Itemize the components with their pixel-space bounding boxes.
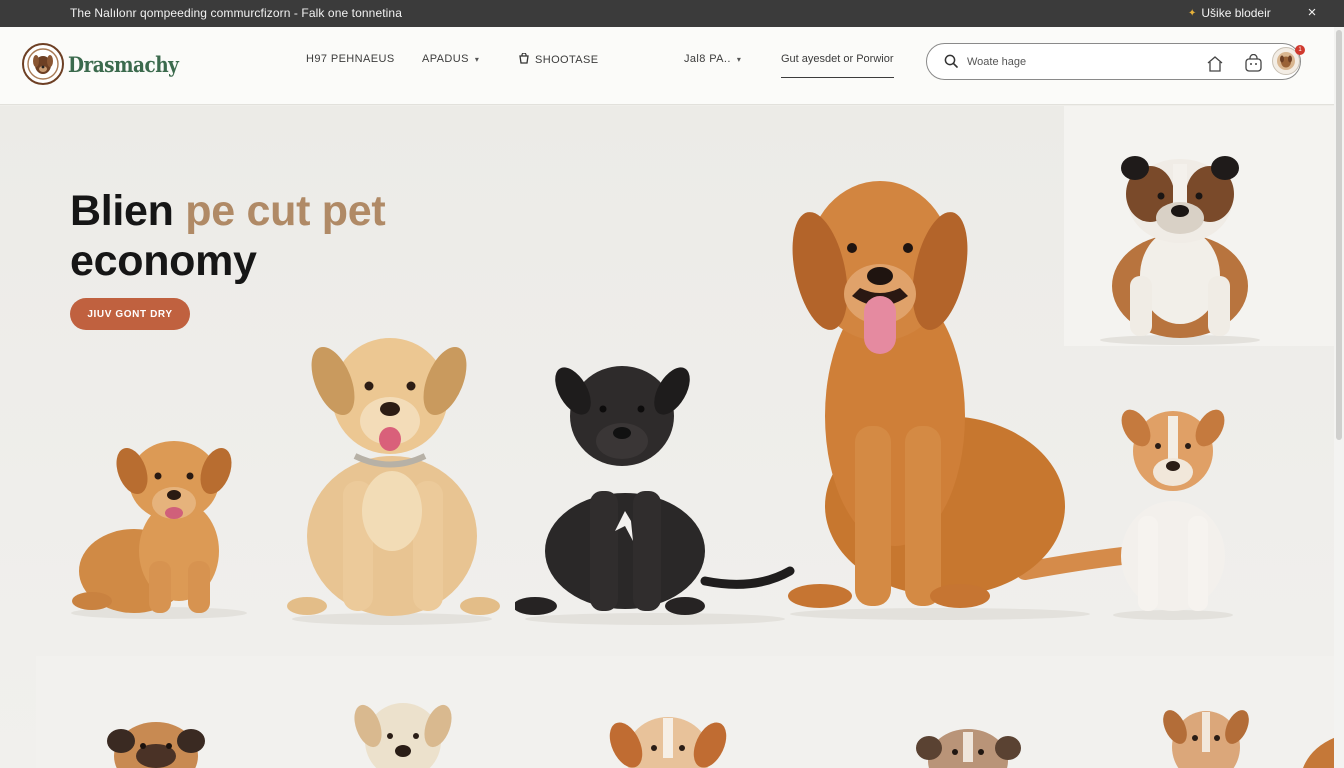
cream-lab-puppy-image (287, 338, 500, 625)
home-icon[interactable] (1204, 53, 1226, 73)
dog-emblem-icon (22, 43, 64, 85)
dog-gallery-row (36, 656, 1334, 768)
nav-item-label: Jal8 PA.. (684, 53, 731, 65)
nav-item-4[interactable]: Jal8 PA.. ▾ (684, 53, 741, 65)
announcement-message: The Nalılonr qompeeding commurcfizorn - … (70, 6, 402, 20)
announcement-promo[interactable]: ✦ Ušike blodeir (1188, 6, 1271, 20)
notification-badge: 1 (1295, 45, 1305, 55)
brand-name: Drasmachy (68, 51, 179, 77)
white-puppy-image (1113, 409, 1233, 620)
bulldog-image (1100, 156, 1260, 345)
chevron-down-icon: ▾ (474, 54, 480, 64)
nav-item-2[interactable]: APADUS ▾ (422, 53, 479, 65)
headline-accent: pe cut pet (185, 187, 386, 235)
puppy-thumbnail-image[interactable] (911, 726, 1026, 768)
puppy-thumbnail-image[interactable] (101, 716, 211, 768)
close-icon[interactable]: × (1304, 3, 1320, 23)
brand-logo[interactable]: Drasmachy (22, 43, 193, 85)
puppy-thumbnail-image[interactable] (1161, 702, 1251, 768)
nav-item-label: H97 PEHNAEUS (306, 53, 395, 65)
hero-cta-button[interactable]: JIUV GONT DRY (70, 298, 190, 330)
search-input[interactable] (967, 52, 1167, 72)
golden-retriever-image (788, 181, 1125, 620)
headline-start: Blien (70, 187, 186, 235)
nav-item-3[interactable]: SHOOTASE (519, 52, 599, 67)
orange-puppy-image (71, 441, 247, 619)
hero-section: Blien pe cut pet economy JIUV GONT DRY (0, 106, 1334, 768)
nav-item-5-active[interactable]: Gut ayesdet or Porwior (781, 53, 894, 78)
shopping-bag-icon[interactable] (1242, 53, 1264, 73)
nav-item-label: SHOOTASE (535, 54, 599, 66)
chevron-down-icon: ▾ (736, 54, 742, 64)
sparkle-icon: ✦ (1188, 7, 1197, 19)
nav-item-label: APADUS (422, 53, 469, 65)
profile-avatar-icon[interactable]: 1 (1272, 45, 1305, 75)
nav-item-label: Gut ayesdet or Porwior (781, 53, 894, 65)
hero-headline: Blien pe cut pet economy (70, 186, 386, 286)
puppy-thumbnail-image[interactable] (348, 696, 458, 768)
headline-line2: economy (70, 237, 257, 285)
announcement-promo-label: Ušike blodeir (1201, 6, 1271, 20)
puppy-thumbnail-image[interactable] (608, 710, 728, 768)
search-bar: 1 (926, 43, 1305, 80)
shop-icon (519, 52, 529, 67)
announcement-bar: The Nalılonr qompeeding commurcfizorn - … (0, 0, 1344, 27)
site-header: Drasmachy H97 PEHNAEUS APADUS ▾ SHOOTASE… (0, 27, 1334, 105)
scrollbar-thumb[interactable] (1336, 30, 1342, 440)
puppy-thumbnail-image[interactable] (1301, 732, 1334, 768)
nav-item-1[interactable]: H97 PEHNAEUS (306, 53, 395, 65)
search-icon[interactable] (944, 54, 958, 73)
black-puppy-image (515, 366, 795, 625)
